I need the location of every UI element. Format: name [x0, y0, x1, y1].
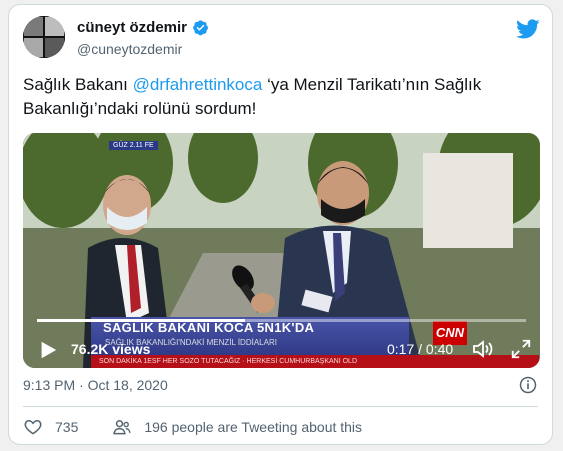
tweeting-about-text[interactable]: 196 people are Tweeting about this [144, 419, 362, 435]
tweet-actions: 735 196 people are Tweeting about this [23, 417, 362, 437]
progress-fill [37, 319, 245, 322]
banner-headline: SAĞLIK BAKANI KOCA 5N1K'DA [103, 320, 315, 335]
twitter-bird-icon[interactable] [516, 17, 540, 41]
tweet-text: Sağlık Bakanı @drfahrettinkoca ‘ya Menzi… [23, 73, 538, 121]
tweet-text-part1: Sağlık Bakanı [23, 75, 133, 94]
view-count: 76.2K views [71, 341, 151, 357]
tweet-timestamp[interactable]: 9:13 PM · Oct 18, 2020 [23, 377, 168, 393]
like-count[interactable]: 735 [55, 419, 78, 435]
play-icon[interactable] [37, 339, 59, 361]
video-time: 0:17 / 0:40 [387, 341, 454, 357]
mention-link[interactable]: @drfahrettinkoca [133, 75, 263, 94]
volume-icon[interactable] [471, 337, 495, 361]
heart-icon[interactable] [23, 417, 43, 437]
fullscreen-icon[interactable] [510, 338, 532, 360]
people-icon[interactable] [112, 417, 132, 437]
video-player[interactable]: GÜZ 2.11 FE SAĞLIK BAKANI KOCA 5N1K'DA S… [23, 133, 540, 368]
divider [23, 406, 538, 407]
channel-overlay: GÜZ 2.11 FE [109, 141, 158, 150]
author-name[interactable]: cüneyt özdemir [77, 19, 209, 36]
avatar[interactable] [23, 16, 65, 58]
verified-icon [193, 20, 208, 36]
info-icon[interactable] [518, 375, 538, 395]
author-name-text[interactable]: cüneyt özdemir [77, 19, 187, 36]
author-handle[interactable]: @cuneytozdemir [77, 41, 182, 57]
progress-bar[interactable] [37, 319, 526, 322]
tweet-card: cüneyt özdemir @cuneytozdemir Sağlık Bak… [8, 4, 553, 445]
